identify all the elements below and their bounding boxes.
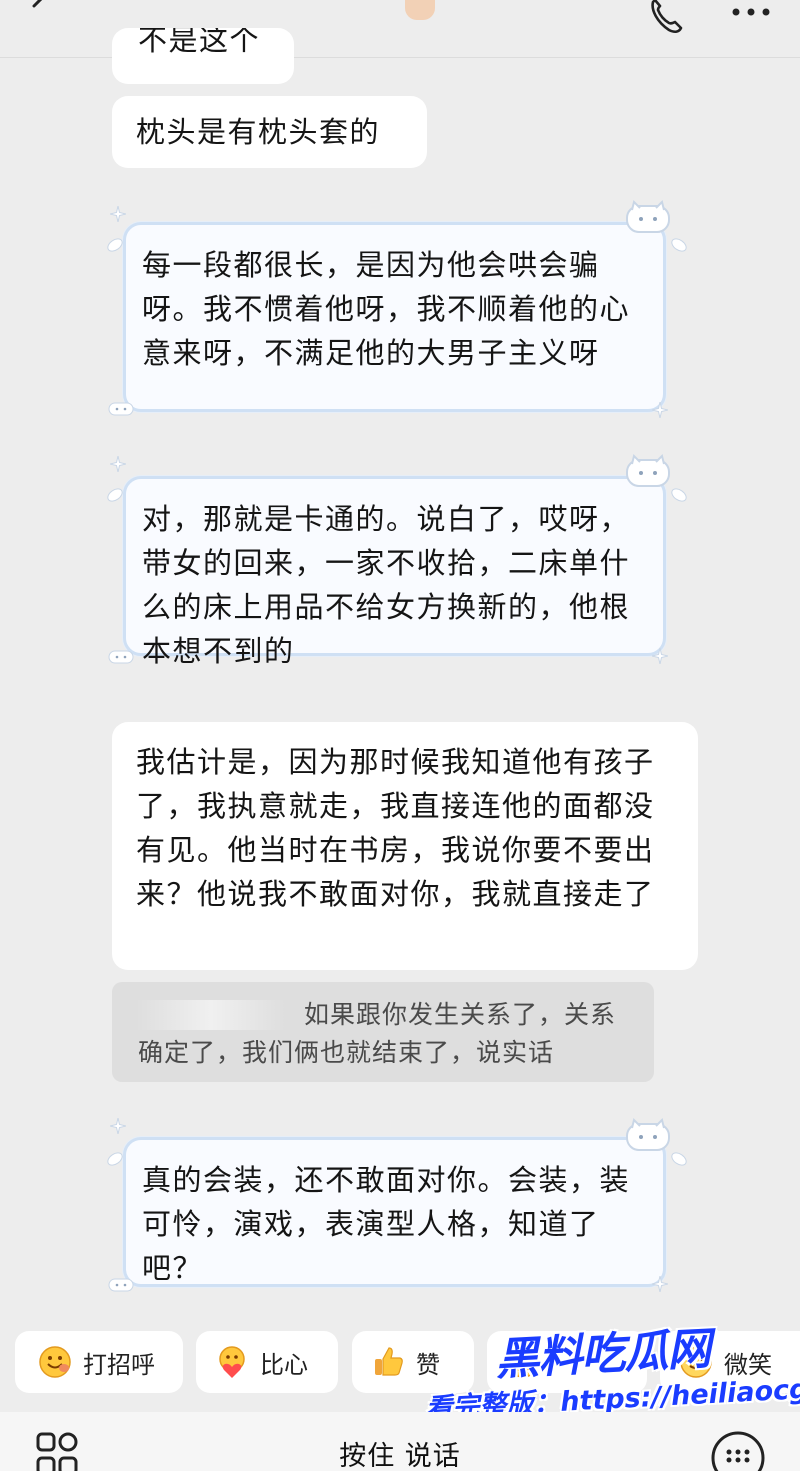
leaf-icon — [107, 488, 123, 502]
sparkle-icon — [110, 456, 126, 472]
input-bar: 按住 说话 — [0, 1412, 800, 1471]
quick-reply-greet[interactable]: 打招呼 — [15, 1331, 183, 1393]
cat-sticker-icon — [626, 1118, 670, 1151]
sparkle-icon — [652, 1276, 668, 1292]
quote-line-2: 确定了，我们俩也就结束了，说实话 — [138, 1038, 555, 1067]
message-text: 我估计是，因为那时候我知道他有孩子了，我执意就走，我直接连他的面都没有见。他当时… — [136, 745, 655, 911]
chip-label: 比心 — [260, 1350, 308, 1379]
leaf-icon — [107, 1152, 123, 1166]
keyboard-icon[interactable] — [710, 1430, 766, 1471]
leaf-icon — [107, 238, 123, 252]
decorated-message-bubble[interactable]: 对，那就是卡通的。说白了，哎呀，带女的回来，一家不收拾，二床单什么的床上用品不给… — [123, 476, 666, 668]
mini-cat-icon — [108, 402, 134, 416]
sparkle-icon — [652, 648, 668, 664]
heart-hands-emoji-icon — [219, 1346, 245, 1378]
decorated-message-bubble[interactable]: 每一段都很长，是因为他会哄会骗呀。我不惯着他呀，我不顺着他的心意来呀，不满足他的… — [123, 222, 666, 412]
smile-emoji-icon — [39, 1346, 71, 1378]
mini-cat-icon — [108, 1278, 134, 1292]
apps-grid-icon[interactable] — [36, 1432, 80, 1471]
quoted-message[interactable]: 如果跟你发生关系了，关系 确定了，我们俩也就结束了，说实话 — [112, 982, 654, 1082]
message-bubble[interactable]: 我估计是，因为那时候我知道他有孩子了，我执意就走，我直接连他的面都没有见。他当时… — [112, 722, 698, 970]
leaf-icon — [671, 488, 687, 502]
message-bubble[interactable]: 不是这个 — [112, 28, 294, 84]
message-text: 每一段都很长，是因为他会哄会骗呀。我不惯着他呀，我不顺着他的心意来呀，不满足他的… — [142, 248, 631, 370]
phone-call-icon[interactable] — [645, 0, 689, 36]
message-text: 枕头是有枕头套的 — [136, 115, 381, 149]
message-bubble[interactable]: 枕头是有枕头套的 — [112, 96, 427, 168]
chip-label: 赞 — [416, 1350, 440, 1379]
message-text: 不是这个 — [138, 28, 261, 57]
back-arrow-icon[interactable] — [28, 0, 58, 20]
sparkle-icon — [110, 206, 126, 222]
quote-smudge — [136, 1000, 286, 1030]
quote-line-1: 如果跟你发生关系了，关系 — [304, 1000, 617, 1029]
message-text: 对，那就是卡通的。说白了，哎呀，带女的回来，一家不收拾，二床单什么的床上用品不给… — [142, 502, 631, 668]
mini-cat-icon — [108, 650, 134, 664]
cat-sticker-icon — [626, 454, 670, 487]
chip-label: 打招呼 — [83, 1350, 155, 1379]
quick-reply-heart[interactable]: 比心 — [196, 1331, 338, 1393]
sparkle-icon — [652, 402, 668, 418]
leaf-icon — [671, 1152, 687, 1166]
quick-reply-like[interactable]: 赞 — [352, 1331, 474, 1393]
decorated-message-bubble[interactable]: 真的会装，还不敢面对你。会装，装可怜，演戏，表演型人格，知道了吧？ — [123, 1137, 666, 1287]
sparkle-icon — [110, 1118, 126, 1134]
hold-to-talk-button[interactable]: 按住 说话 — [300, 1434, 500, 1471]
thumbs-up-icon — [375, 1347, 403, 1376]
avatar — [405, 0, 435, 20]
leaf-icon — [671, 238, 687, 252]
cat-sticker-icon — [626, 200, 670, 233]
more-options-icon[interactable] — [728, 0, 774, 24]
message-text: 真的会装，还不敢面对你。会装，装可怜，演戏，表演型人格，知道了吧？ — [142, 1163, 631, 1285]
